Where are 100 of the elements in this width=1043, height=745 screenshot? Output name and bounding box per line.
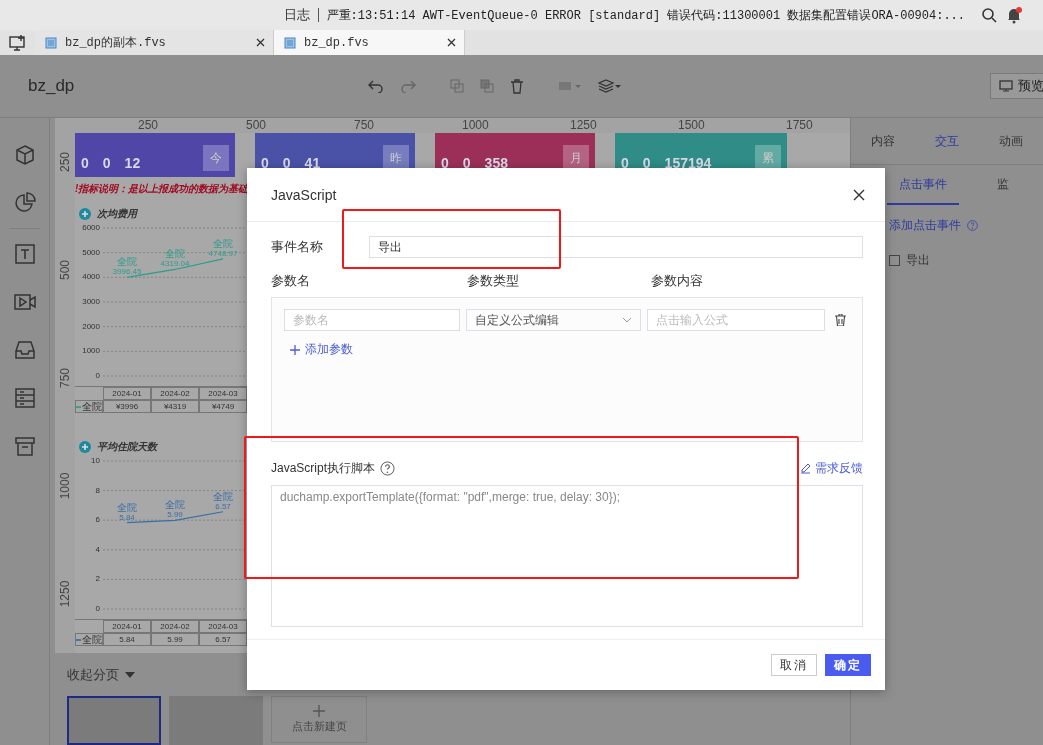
file-tab[interactable]: bz_dp.fvs: [274, 30, 465, 55]
new-window-icon[interactable]: [9, 35, 27, 51]
script-editor[interactable]: duchamp.exportTemplate({format: "pdf",merge: true, delay: 30});: [271, 485, 863, 627]
panel-tab[interactable]: 交互: [915, 132, 979, 150]
legend-line-icon: [76, 405, 81, 408]
event-name-field[interactable]: 导出: [369, 236, 863, 258]
data-label: 6.57: [215, 501, 231, 511]
ruler-label: 1250: [570, 118, 598, 133]
text-icon[interactable]: [13, 243, 36, 265]
stat-value: 0: [282, 155, 291, 171]
video-icon[interactable]: [12, 291, 37, 313]
data-label: 全院: [213, 490, 233, 502]
parameter-type-dropdown[interactable]: 自定义公式编辑: [466, 309, 641, 331]
x-axis-label: 2024-02: [151, 387, 199, 400]
page-thumbnail[interactable]: [67, 696, 161, 745]
plus-icon: [290, 344, 300, 355]
table-cell: 5.99: [151, 633, 199, 646]
collapse-pages-label[interactable]: 收起分页: [67, 665, 119, 684]
table-icon[interactable]: [13, 387, 36, 409]
archive-box-icon[interactable]: [13, 435, 36, 457]
search-icon[interactable]: [981, 7, 997, 23]
series-name: 全院: [82, 401, 102, 412]
event-tab[interactable]: 监: [997, 165, 1009, 205]
feedback-link[interactable]: 需求反馈: [800, 460, 863, 477]
log-label[interactable]: 日志: [283, 6, 310, 24]
close-icon[interactable]: [853, 188, 865, 201]
dialog-button[interactable]: 取消: [771, 654, 817, 676]
file-icon: [284, 36, 296, 49]
help-icon[interactable]: [380, 461, 396, 476]
document-title: bz_dp: [28, 76, 76, 96]
delete-icon[interactable]: [510, 78, 524, 94]
monitor-icon: [999, 80, 1013, 92]
ruler-label: 1250: [58, 580, 72, 608]
stat-value: 0: [642, 155, 651, 171]
undo-icon[interactable]: [368, 79, 384, 93]
parameter-name-field[interactable]: 参数名: [284, 309, 460, 331]
axis-tick-label: 1000: [82, 346, 100, 356]
chart-title: 次均费用: [97, 207, 137, 221]
ruler-label: 1750: [786, 118, 814, 133]
ruler-label: 250: [58, 152, 72, 172]
chart-title: 平均住院天数: [97, 440, 157, 454]
dialog-button[interactable]: 确定: [825, 654, 871, 676]
new-page-button[interactable]: 点击新建页: [271, 696, 367, 743]
panel-tab[interactable]: 动画: [979, 132, 1043, 150]
axis-tick-label: 2000: [82, 321, 100, 331]
inbox-icon[interactable]: [13, 339, 36, 361]
data-label: 5.99: [167, 510, 183, 520]
page-thumbnail[interactable]: [169, 696, 263, 745]
axis-tick-label: 4: [95, 544, 100, 554]
ruler-label: 250: [138, 118, 160, 133]
x-axis-label: 2024-02: [151, 620, 199, 633]
table-cell: ¥4749: [199, 400, 247, 413]
close-icon[interactable]: [256, 38, 265, 47]
stat-value: 12: [124, 155, 141, 171]
axis-tick-label: 6: [95, 515, 100, 525]
ruler-label: 1000: [462, 118, 490, 133]
ruler-label: 1500: [678, 118, 706, 133]
close-icon[interactable]: [447, 38, 456, 47]
axis-tick-label: 3000: [82, 297, 100, 306]
stat-value: 0: [261, 155, 269, 171]
table-cell: ¥4319: [151, 400, 199, 413]
parameter-content-field[interactable]: 点击输入公式: [647, 309, 825, 331]
x-axis-label: 2024-01: [103, 620, 151, 633]
data-label: 全院: [117, 256, 137, 268]
delete-icon[interactable]: [835, 314, 846, 326]
data-label: 全院: [213, 237, 233, 249]
column-header: 参数内容: [651, 272, 704, 290]
checkbox[interactable]: [889, 255, 900, 266]
ruler-label: 1000: [58, 472, 72, 500]
data-label: 5.84: [119, 512, 135, 522]
plus-circle-icon: [79, 208, 91, 220]
caret-icon[interactable]: [125, 671, 135, 678]
preview-button[interactable]: 预览: [990, 73, 1043, 99]
layers-dropdown-icon[interactable]: [598, 79, 622, 93]
x-axis-label: 2024-03: [199, 620, 247, 633]
table-cell: 5.84: [103, 633, 151, 646]
stat-value: 0: [102, 155, 111, 171]
axis-tick-label: 6000: [82, 223, 100, 232]
data-label: 4319.04: [160, 259, 190, 269]
column-header: 参数名: [271, 272, 311, 290]
table-cell: 6.57: [199, 633, 247, 646]
axis-tick-label: 2: [95, 574, 100, 584]
panel-tab[interactable]: 内容: [851, 132, 915, 150]
stat-value: 0: [462, 155, 471, 171]
add-parameter-link[interactable]: 添加参数: [290, 341, 353, 358]
plus-icon: [313, 705, 325, 717]
event-tab[interactable]: 点击事件: [887, 165, 959, 205]
legend-line-icon: [76, 638, 81, 641]
ruler-label: 500: [58, 260, 72, 280]
axis-tick-label: 0: [95, 371, 100, 380]
axis-tick-label: 0: [95, 604, 100, 613]
series-name: 全院: [82, 634, 102, 645]
column-header: 参数类型: [467, 272, 520, 290]
pie-chart-icon[interactable]: [13, 192, 36, 214]
x-axis-label: 2024-01: [103, 387, 151, 400]
stat-value: 0: [621, 155, 629, 171]
add-click-event-link[interactable]: 添加点击事件: [889, 217, 961, 234]
ruler-label: 750: [58, 368, 72, 388]
edit-icon: [800, 463, 811, 474]
cube-icon[interactable]: [13, 144, 36, 166]
